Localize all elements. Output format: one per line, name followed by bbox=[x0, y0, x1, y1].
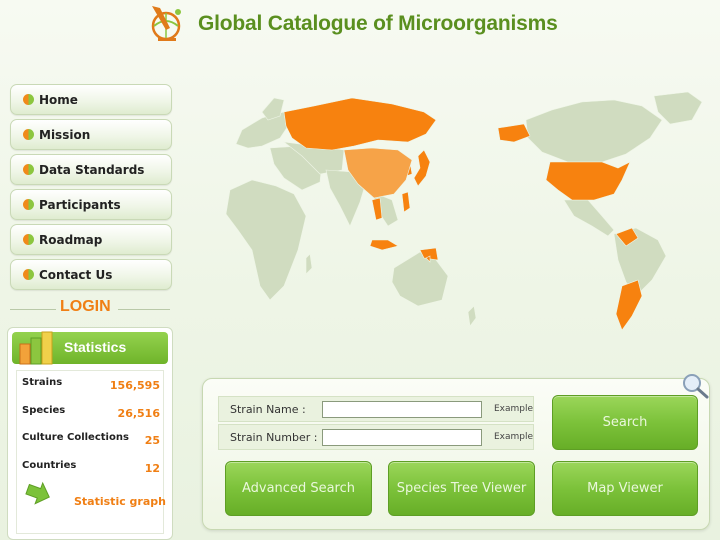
arrow-icon bbox=[25, 481, 50, 505]
strain-number-input[interactable] bbox=[322, 429, 482, 446]
stat-label: Strains bbox=[22, 377, 63, 388]
bullet-icon bbox=[23, 199, 34, 210]
region-europe bbox=[235, 111, 289, 149]
region-africa bbox=[225, 179, 307, 301]
bar-chart-icon bbox=[19, 331, 53, 365]
nav-item-participants[interactable]: Participants bbox=[10, 189, 172, 220]
region-indonesia bbox=[369, 239, 399, 251]
stat-label: Countries bbox=[22, 460, 77, 471]
nav-item-home[interactable]: Home bbox=[10, 84, 172, 115]
bullet-icon bbox=[23, 269, 34, 280]
stat-value: 156,595 bbox=[109, 379, 160, 392]
header: Global Catalogue of Microorganisms bbox=[0, 0, 720, 52]
statistics-header: Statistics bbox=[12, 331, 168, 365]
region-canada bbox=[525, 99, 663, 163]
nav-item-label: Roadmap bbox=[39, 232, 103, 247]
region-japan bbox=[413, 149, 431, 187]
region-mexico bbox=[563, 199, 615, 237]
strain-number-row: Strain Number : Example bbox=[218, 424, 534, 450]
strain-number-label: Strain Number : bbox=[230, 431, 318, 444]
microscope-globe-logo[interactable] bbox=[146, 2, 190, 44]
nav-item-label: Participants bbox=[39, 197, 121, 212]
search-button[interactable]: Search bbox=[552, 395, 698, 450]
stat-row: Strains 156,595 bbox=[22, 377, 160, 395]
nav-item-data-standards[interactable]: Data Standards bbox=[10, 154, 172, 185]
stat-row: Countries 12 bbox=[22, 460, 160, 478]
stat-label: Culture Collections bbox=[22, 432, 129, 443]
map-viewer-button[interactable]: Map Viewer bbox=[552, 461, 698, 516]
stat-value: 26,516 bbox=[117, 407, 160, 420]
bullet-icon bbox=[23, 94, 34, 105]
nav-item-label: Data Standards bbox=[39, 162, 145, 177]
region-usa bbox=[545, 161, 631, 201]
nav-item-mission[interactable]: Mission bbox=[10, 119, 172, 150]
main-nav: Home Mission Data Standards Participants… bbox=[10, 84, 172, 294]
bullet-icon bbox=[23, 164, 34, 175]
stat-row: Species 26,516 bbox=[22, 405, 160, 423]
advanced-search-button[interactable]: Advanced Search bbox=[225, 461, 372, 516]
region-argentina bbox=[615, 279, 643, 331]
statistics-panel: Statistics Strains 156,595 Species 26,51… bbox=[7, 327, 173, 540]
stat-row: Culture Collections 25 bbox=[22, 432, 160, 450]
region-philippines bbox=[401, 191, 411, 213]
region-australia bbox=[391, 251, 449, 307]
strain-name-example-link[interactable]: Example bbox=[494, 404, 533, 414]
stat-value: 12 bbox=[144, 462, 160, 475]
bullet-icon bbox=[23, 129, 34, 140]
statistic-graph-label: Statistic graph bbox=[74, 495, 166, 508]
species-tree-viewer-button[interactable]: Species Tree Viewer bbox=[388, 461, 535, 516]
stat-value: 25 bbox=[144, 434, 160, 447]
nav-item-contact-us[interactable]: Contact Us bbox=[10, 259, 172, 290]
statistic-graph-link[interactable]: Statistic graph bbox=[23, 479, 166, 515]
statistics-title: Statistics bbox=[64, 339, 127, 355]
divider bbox=[118, 309, 170, 310]
region-russia bbox=[283, 97, 437, 151]
statistics-body: Strains 156,595 Species 26,516 Culture C… bbox=[16, 370, 166, 534]
stat-label: Species bbox=[22, 405, 66, 416]
region-russia-east bbox=[497, 123, 531, 143]
nav-item-roadmap[interactable]: Roadmap bbox=[10, 224, 172, 255]
strain-name-input[interactable] bbox=[322, 401, 482, 418]
strain-number-example-link[interactable]: Example bbox=[494, 432, 533, 442]
region-madagascar bbox=[305, 253, 313, 275]
divider bbox=[10, 309, 56, 310]
region-new-zealand bbox=[467, 305, 477, 327]
nav-item-label: Home bbox=[39, 92, 78, 107]
nav-item-label: Mission bbox=[39, 127, 91, 142]
world-map[interactable] bbox=[222, 90, 720, 346]
strain-name-label: Strain Name : bbox=[230, 403, 306, 416]
region-thailand bbox=[371, 197, 383, 221]
login-section: LOGIN bbox=[10, 298, 170, 320]
nav-item-label: Contact Us bbox=[39, 267, 113, 282]
login-link[interactable]: LOGIN bbox=[60, 298, 111, 316]
bullet-icon bbox=[23, 234, 34, 245]
strain-name-row: Strain Name : Example bbox=[218, 396, 534, 422]
site-title: Global Catalogue of Microorganisms bbox=[198, 12, 558, 35]
